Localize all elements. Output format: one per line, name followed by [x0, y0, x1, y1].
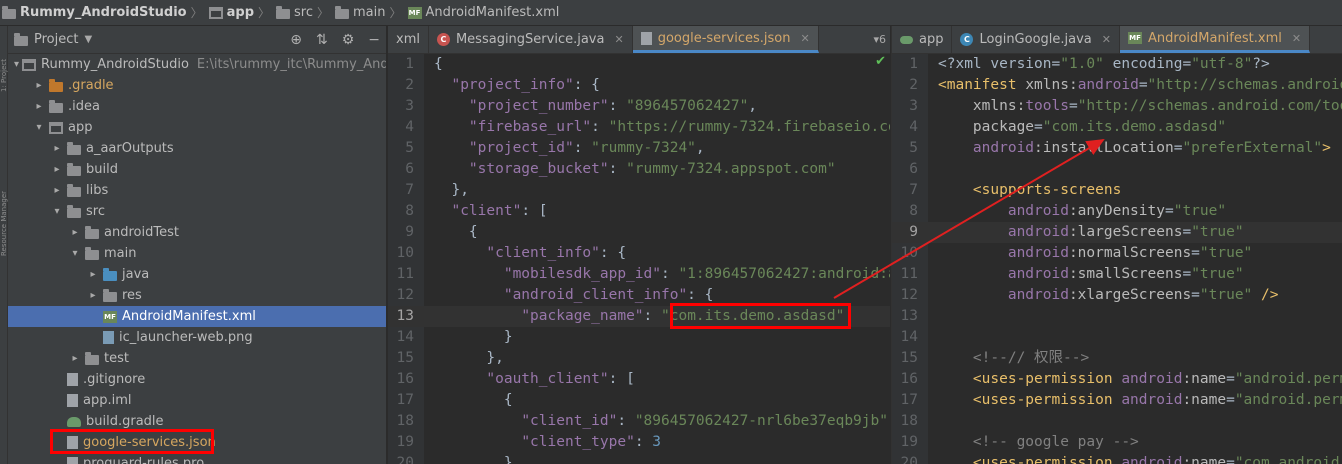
annotation-arrow	[833, 138, 1105, 299]
